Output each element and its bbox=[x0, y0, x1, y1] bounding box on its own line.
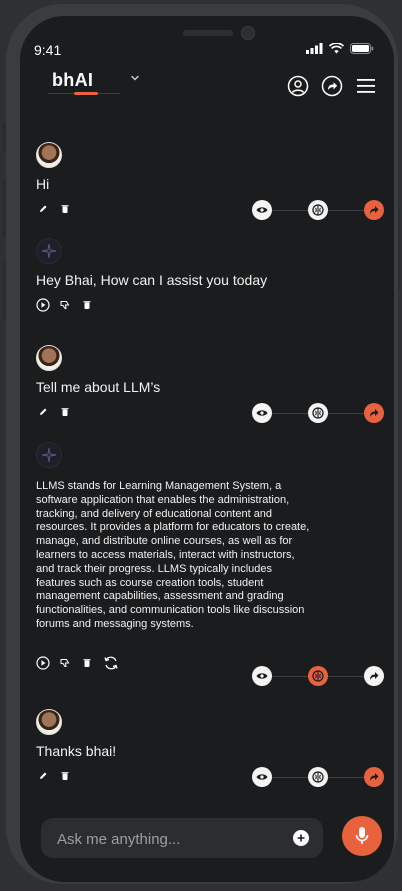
message-actions bbox=[36, 769, 116, 783]
message-assistant: LLMS stands for Learning Management Syst… bbox=[36, 442, 311, 672]
status-icons bbox=[306, 43, 374, 54]
delete-icon[interactable] bbox=[80, 298, 94, 312]
share-icon[interactable] bbox=[364, 403, 384, 423]
progress-track bbox=[252, 403, 384, 423]
brain-icon[interactable] bbox=[308, 200, 328, 220]
edit-icon[interactable] bbox=[36, 405, 50, 419]
mic-button[interactable] bbox=[342, 816, 382, 856]
signal-icon bbox=[306, 43, 323, 54]
mic-icon bbox=[355, 827, 369, 844]
phone-frame: 9:41 bhAI Hi Hey Bhai, How can I assist … bbox=[6, 4, 398, 884]
bot-avatar bbox=[36, 442, 62, 468]
avatar bbox=[36, 709, 62, 735]
progress-track bbox=[252, 200, 384, 220]
delete-icon[interactable] bbox=[58, 405, 72, 419]
share-icon[interactable] bbox=[320, 74, 344, 98]
message-user: Hi bbox=[36, 142, 72, 216]
message-assistant: Hey Bhai, How can I assist you today bbox=[36, 238, 267, 312]
progress-track bbox=[252, 666, 384, 686]
delete-icon[interactable] bbox=[58, 202, 72, 216]
message-user: Tell me about LLM’s bbox=[36, 345, 160, 419]
brain-icon[interactable] bbox=[308, 666, 328, 686]
dislike-icon[interactable] bbox=[58, 656, 72, 670]
brand-title[interactable]: bhAI bbox=[52, 70, 93, 91]
battery-icon bbox=[350, 43, 374, 54]
message-text: LLMS stands for Learning Management Syst… bbox=[36, 480, 310, 630]
avatar bbox=[36, 142, 62, 168]
progress-track bbox=[252, 767, 384, 787]
header-actions bbox=[286, 74, 378, 98]
delete-icon[interactable] bbox=[58, 769, 72, 783]
message-actions bbox=[36, 202, 72, 216]
chevron-down-icon[interactable] bbox=[130, 74, 140, 82]
message-user: Thanks bhai! bbox=[36, 709, 116, 783]
eye-icon[interactable] bbox=[252, 200, 272, 220]
edit-icon[interactable] bbox=[36, 769, 50, 783]
share-icon[interactable] bbox=[364, 666, 384, 686]
play-icon[interactable] bbox=[36, 298, 50, 312]
menu-icon[interactable] bbox=[354, 74, 378, 98]
brand-accent-bar bbox=[74, 92, 98, 95]
speaker bbox=[183, 30, 233, 36]
bot-avatar bbox=[36, 238, 62, 264]
delete-icon[interactable] bbox=[80, 656, 94, 670]
message-text: Tell me about LLM’s bbox=[36, 379, 161, 395]
play-icon[interactable] bbox=[36, 656, 50, 670]
eye-icon[interactable] bbox=[252, 403, 272, 423]
composer bbox=[41, 818, 323, 860]
camera bbox=[241, 26, 255, 40]
edit-icon[interactable] bbox=[36, 202, 50, 216]
dislike-icon[interactable] bbox=[58, 298, 72, 312]
eye-icon[interactable] bbox=[252, 666, 272, 686]
message-actions bbox=[36, 298, 267, 312]
message-actions bbox=[36, 405, 160, 419]
message-text: Hi bbox=[36, 176, 50, 192]
message-text: Hey Bhai, How can I assist you today bbox=[36, 272, 268, 288]
wifi-icon bbox=[329, 43, 344, 54]
avatar bbox=[36, 345, 62, 371]
plus-icon[interactable] bbox=[293, 830, 309, 846]
eye-icon[interactable] bbox=[252, 767, 272, 787]
brain-icon[interactable] bbox=[308, 767, 328, 787]
status-time: 9:41 bbox=[34, 42, 62, 58]
profile-icon[interactable] bbox=[286, 74, 310, 98]
brain-icon[interactable] bbox=[308, 403, 328, 423]
message-input[interactable] bbox=[55, 818, 279, 860]
share-icon[interactable] bbox=[364, 767, 384, 787]
regenerate-icon[interactable] bbox=[102, 654, 120, 672]
share-icon[interactable] bbox=[364, 200, 384, 220]
message-text: Thanks bhai! bbox=[36, 743, 117, 759]
app-screen: 9:41 bhAI Hi Hey Bhai, How can I assist … bbox=[20, 16, 394, 882]
